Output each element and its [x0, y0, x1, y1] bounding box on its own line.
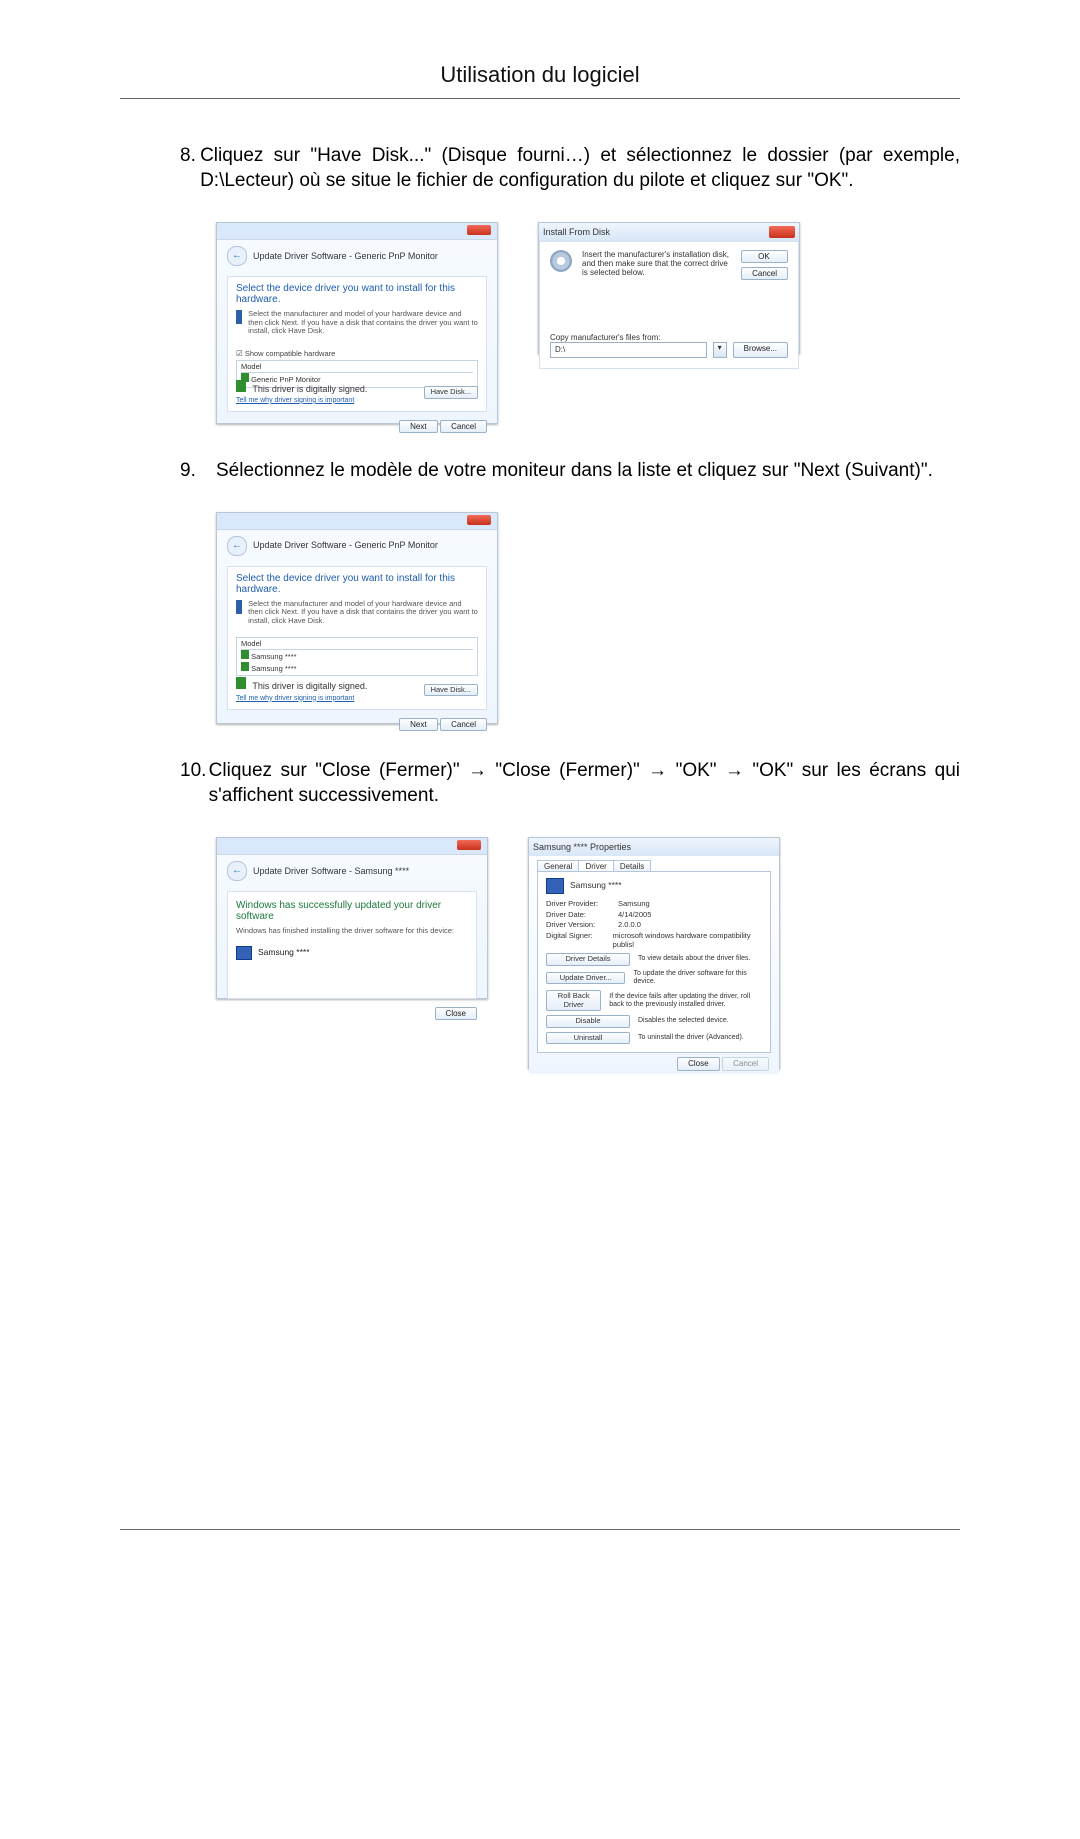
model-header: Model — [241, 363, 473, 373]
back-icon[interactable]: ← — [227, 861, 247, 881]
steps-list: 8. Cliquez sur "Have Disk..." (Disque fo… — [120, 143, 960, 1069]
step-text: Cliquez sur "Close (Fermer)" → "Close (F… — [209, 758, 960, 809]
monitor-icon — [546, 878, 564, 894]
tab-driver[interactable]: Driver — [578, 860, 613, 871]
dialog-message: Insert the manufacturer's installation d… — [582, 250, 731, 280]
chevron-down-icon[interactable]: ▾ — [713, 342, 727, 358]
update-driver-desc: To update the driver software for this d… — [633, 970, 762, 986]
roll-back-driver-button[interactable]: Roll Back Driver — [546, 990, 601, 1011]
date-label: Driver Date: — [546, 911, 618, 920]
browse-button[interactable]: Browse... — [733, 342, 788, 358]
device-name: Samsung **** — [258, 948, 310, 958]
cancel-button[interactable]: Cancel — [741, 267, 788, 280]
date-value: 4/14/2005 — [618, 911, 651, 920]
step-9-screenshots: ← Update Driver Software - Generic PnP M… — [216, 512, 960, 724]
step-8: 8. Cliquez sur "Have Disk..." (Disque fo… — [180, 143, 960, 194]
dialog-heading: Select the device driver you want to ins… — [236, 283, 478, 306]
signed-label: This driver is digitally signed. — [252, 681, 367, 691]
shield-icon — [236, 380, 246, 392]
close-button[interactable]: Close — [435, 1007, 477, 1020]
step-text: Cliquez sur "Have Disk..." (Disque fourn… — [200, 143, 960, 194]
dialog-install-from-disk: Install From Disk Insert the manufacture… — [538, 222, 800, 354]
model-item-2[interactable]: Samsung **** — [251, 664, 296, 673]
document-page: Utilisation du logiciel 8. Cliquez sur "… — [0, 0, 1080, 1839]
dialog-title: Install From Disk — [543, 227, 610, 237]
disable-desc: Disables the selected device. — [638, 1017, 729, 1025]
close-icon[interactable] — [467, 225, 491, 235]
footer-separator — [120, 1529, 960, 1530]
dialog-update-driver-model: ← Update Driver Software - Generic PnP M… — [216, 512, 498, 724]
next-button[interactable]: Next — [399, 718, 437, 731]
uninstall-button[interactable]: Uninstall — [546, 1032, 630, 1045]
step-10-screenshots: ← Update Driver Software - Samsung **** … — [216, 837, 960, 1069]
dialog-title: Update Driver Software - Generic PnP Mon… — [253, 251, 438, 261]
step-9: 9. Sélectionnez le modèle de votre monit… — [180, 458, 960, 484]
dialog-title: Update Driver Software - Samsung **** — [253, 866, 409, 876]
floppy-icon — [236, 600, 242, 614]
title-separator — [120, 98, 960, 99]
dialog-note: Select the manufacturer and model of you… — [248, 600, 478, 626]
dialog-device-properties: Samsung **** Properties General Driver D… — [528, 837, 780, 1069]
dialog-title: Update Driver Software - Generic PnP Mon… — [253, 540, 438, 550]
back-icon[interactable]: ← — [227, 246, 247, 266]
next-button[interactable]: Next — [399, 420, 437, 433]
back-icon[interactable]: ← — [227, 536, 247, 556]
signing-help-link[interactable]: Tell me why driver signing is important — [236, 695, 354, 702]
page-title: Utilisation du logiciel — [120, 60, 960, 98]
step-10: 10. Cliquez sur "Close (Fermer)" → "Clos… — [180, 758, 960, 809]
signed-label: This driver is digitally signed. — [252, 384, 367, 394]
path-combobox[interactable]: D:\ — [550, 342, 707, 358]
step-text: Sélectionnez le modèle de votre moniteur… — [216, 458, 933, 484]
success-note: Windows has finished installing the driv… — [236, 927, 468, 936]
provider-label: Driver Provider: — [546, 900, 618, 909]
close-icon[interactable] — [467, 515, 491, 525]
disable-button[interactable]: Disable — [546, 1015, 630, 1028]
dialog-update-driver-generic: ← Update Driver Software - Generic PnP M… — [216, 222, 498, 424]
driver-details-button[interactable]: Driver Details — [546, 953, 630, 966]
step-number: 8. — [180, 143, 200, 194]
have-disk-button[interactable]: Have Disk... — [424, 684, 478, 697]
close-button[interactable]: Close — [677, 1057, 719, 1070]
close-icon[interactable] — [769, 226, 795, 238]
driver-details-desc: To view details about the driver files. — [638, 955, 750, 963]
step-8-screenshots: ← Update Driver Software - Generic PnP M… — [216, 222, 960, 424]
model-header: Model — [241, 640, 473, 650]
signer-label: Digital Signer: — [546, 932, 613, 949]
signing-help-link[interactable]: Tell me why driver signing is important — [236, 397, 354, 404]
show-compatible-checkbox[interactable]: ☑ — [236, 349, 245, 358]
roll-back-driver-desc: If the device fails after updating the d… — [609, 993, 762, 1009]
dialog-heading: Select the device driver you want to ins… — [236, 573, 478, 596]
close-icon[interactable] — [457, 840, 481, 850]
show-compatible-label: Show compatible hardware — [245, 349, 335, 358]
version-value: 2.0.0.0 — [618, 921, 641, 930]
signer-value: microsoft windows hardware compatibility… — [613, 932, 762, 949]
device-name: Samsung **** — [570, 881, 622, 891]
uninstall-desc: To uninstall the driver (Advanced). — [638, 1034, 744, 1042]
step-number: 10. — [180, 758, 209, 809]
monitor-icon — [236, 946, 252, 960]
floppy-icon — [236, 310, 242, 324]
cancel-button: Cancel — [722, 1057, 769, 1070]
step-number: 9. — [180, 458, 216, 484]
dialog-note: Select the manufacturer and model of you… — [248, 310, 478, 336]
disc-icon — [550, 250, 572, 272]
ok-button[interactable]: OK — [741, 250, 788, 263]
shield-icon — [241, 650, 249, 659]
dialog-update-success: ← Update Driver Software - Samsung **** … — [216, 837, 488, 999]
update-driver-button[interactable]: Update Driver... — [546, 972, 625, 985]
copy-from-label: Copy manufacturer's files from: — [550, 333, 788, 342]
tab-general[interactable]: General — [537, 860, 579, 871]
version-label: Driver Version: — [546, 921, 618, 930]
model-item-1[interactable]: Samsung **** — [251, 652, 296, 661]
dialog-title: Samsung **** Properties — [533, 842, 631, 852]
shield-icon — [241, 662, 249, 671]
provider-value: Samsung — [618, 900, 650, 909]
tab-details[interactable]: Details — [613, 860, 651, 871]
shield-icon — [236, 677, 246, 689]
cancel-button[interactable]: Cancel — [440, 420, 487, 433]
success-heading: Windows has successfully updated your dr… — [236, 900, 468, 923]
have-disk-button[interactable]: Have Disk... — [424, 386, 478, 399]
cancel-button[interactable]: Cancel — [440, 718, 487, 731]
